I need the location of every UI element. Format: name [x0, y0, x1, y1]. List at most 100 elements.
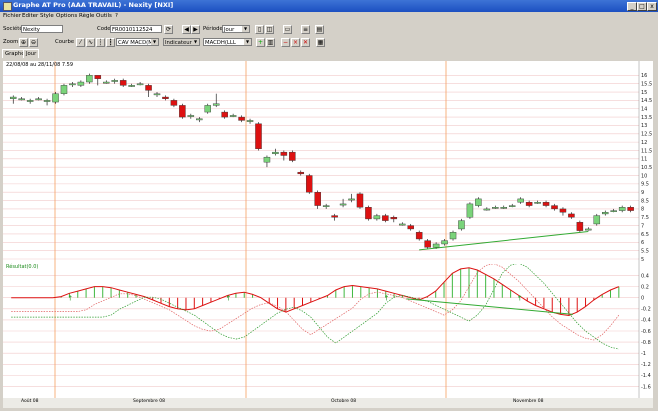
- indicator-tick-label: 0.2: [641, 284, 649, 290]
- candle-body: [449, 232, 457, 240]
- candle-body: [77, 81, 85, 86]
- candle-body: [314, 192, 321, 206]
- indicator-select[interactable]: Indicateur 1: [163, 38, 200, 46]
- cross-icon[interactable]: ✕: [301, 38, 310, 47]
- candle-body: [424, 240, 431, 248]
- remove-icon[interactable]: −: [281, 38, 290, 47]
- price-tick-label: 7: [641, 223, 644, 229]
- candle-body: [551, 205, 558, 210]
- candle-body: [542, 202, 550, 206]
- zoom-out-icon[interactable]: ⊖: [29, 38, 38, 47]
- candle-body: [187, 115, 195, 117]
- price-panel[interactable]: 16 15.5 15 14.5 14 13.5 13 12.5 12 11.5 11 10.5 10 9.…: [3, 61, 653, 264]
- maximize-button[interactable]: □: [637, 2, 647, 11]
- candle-body: [356, 193, 364, 208]
- time-axis: Août 08 Septembre 08 Octobre 08 Novembre…: [3, 398, 653, 408]
- calendar-icon[interactable]: ▦: [316, 38, 325, 47]
- price-tick-label: 11.5: [641, 148, 652, 154]
- periode-select[interactable]: Jour: [222, 25, 250, 33]
- price-tick-label: 5: [641, 257, 644, 263]
- window-icon[interactable]: ▭: [283, 25, 292, 34]
- window-title: Graphe AT Pro (AAA TRAVAIL) - Nexity [NX…: [13, 1, 174, 9]
- candle-body: [508, 205, 516, 207]
- candle-body: [407, 225, 414, 230]
- chart-settings-icon[interactable]: ▥: [266, 38, 275, 47]
- indicator-panel[interactable]: 0.4 0.2 0 -0.2 -0.4 -0.6 -0.8 -1 -1.2 -1.4 -1.6 ↑ ↑ ↑…: [3, 262, 653, 398]
- print-icon[interactable]: ▤: [315, 25, 324, 34]
- candle-body: [238, 116, 245, 121]
- menu-editer[interactable]: Editer: [22, 13, 38, 19]
- candle-body: [128, 85, 135, 87]
- x-label-aout: Août 08: [21, 399, 39, 404]
- candle-body: [585, 228, 592, 231]
- app-icon: [3, 2, 12, 11]
- menu-regle[interactable]: Règle: [79, 13, 94, 19]
- x-label-septembre: Septembre 08: [133, 399, 165, 404]
- candle-body: [153, 93, 161, 96]
- buy-signal-arrow: ↑: [384, 295, 390, 303]
- menu-options[interactable]: Options: [56, 13, 77, 19]
- indicator-tick-label: -0.2: [641, 307, 651, 313]
- candle-body: [534, 202, 541, 204]
- layout-double-icon[interactable]: ◫: [265, 25, 274, 34]
- price-tick-label: 12.5: [641, 132, 652, 138]
- add-indicator-icon[interactable]: +: [256, 38, 265, 47]
- zoom-in-icon[interactable]: ⊕: [19, 38, 28, 47]
- refresh-icon[interactable]: ⟳: [164, 25, 173, 34]
- previous-icon[interactable]: ◀: [182, 25, 191, 34]
- candle-body: [415, 232, 423, 240]
- candle-body: [170, 100, 178, 106]
- candle-body: [602, 212, 609, 215]
- price-tick-label: 10.5: [641, 165, 652, 171]
- indicator-tick-label: -1.4: [641, 373, 651, 379]
- menu-fichier[interactable]: Fichier: [3, 13, 21, 19]
- price-tick-label: 7.5: [641, 215, 649, 221]
- candle-body: [111, 80, 118, 82]
- layout-single-icon[interactable]: ▯: [255, 25, 264, 34]
- indicator-tick-label: -0.8: [641, 340, 651, 346]
- menu-help[interactable]: ?: [115, 13, 118, 19]
- candle-body: [255, 123, 262, 150]
- code-field[interactable]: FR0010112524: [110, 25, 162, 33]
- menu-outils[interactable]: Outils: [96, 13, 112, 19]
- price-tick-label: 8: [641, 207, 644, 213]
- candle-body: [263, 156, 271, 163]
- candle-body: [322, 205, 330, 207]
- next-icon[interactable]: ▶: [191, 25, 200, 34]
- societe-field[interactable]: Nexity: [21, 25, 63, 33]
- bars-icon[interactable]: ┆: [96, 38, 105, 47]
- candle-body: [610, 210, 617, 212]
- close-button[interactable]: x: [647, 2, 657, 11]
- tab-jour[interactable]: Jour: [23, 49, 40, 58]
- indicator-tick-label: -1: [641, 351, 646, 357]
- divergence-trendline: [406, 298, 574, 315]
- list-icon[interactable]: ≡: [301, 25, 310, 34]
- signal-line-green: [11, 262, 619, 350]
- toolbar-indicators: Zoom ⊕ ⊖ Courbe ⁄ ∿ ┆ ┇ CAV MACD(MLL Ind…: [0, 36, 658, 48]
- candle-body: [297, 171, 305, 175]
- price-tick-label: 15.5: [641, 81, 652, 87]
- courbe-select[interactable]: CAV MACD(MLL: [116, 38, 159, 46]
- candle-body: [204, 105, 211, 113]
- candles-icon[interactable]: ┇: [106, 38, 115, 47]
- candle-body: [517, 198, 524, 203]
- candle-body: [18, 98, 25, 101]
- indicator-param-select[interactable]: MACDH(LLL: [203, 38, 252, 46]
- price-tick-label: 10: [641, 173, 647, 179]
- candle-body: [272, 151, 279, 155]
- line-chart-icon[interactable]: ⁄: [76, 38, 85, 47]
- minimize-button[interactable]: _: [627, 2, 637, 11]
- candle-body: [212, 103, 220, 106]
- indicator-tick-label: -0.4: [641, 318, 651, 324]
- x-label-octobre: Octobre 08: [331, 399, 357, 404]
- price-tick-label: 6.5: [641, 232, 649, 238]
- candle-body: [618, 207, 626, 211]
- delete-icon[interactable]: ×: [291, 38, 300, 47]
- candle-body: [627, 207, 634, 211]
- menu-style[interactable]: Style: [40, 13, 54, 19]
- curve-icon[interactable]: ∿: [86, 38, 95, 47]
- candle-body: [331, 215, 338, 218]
- price-tick-label: 9.5: [641, 182, 649, 188]
- candle-body: [568, 213, 575, 218]
- code-label: Code: [97, 26, 111, 32]
